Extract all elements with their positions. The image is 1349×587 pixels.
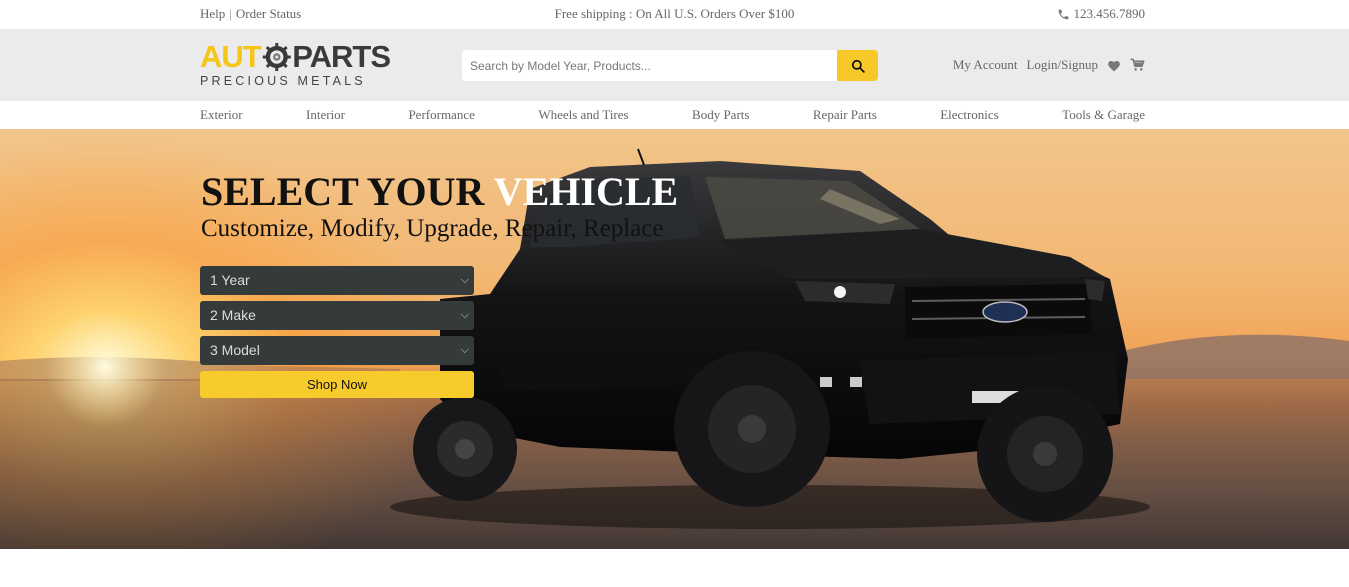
- search-button[interactable]: [837, 50, 878, 81]
- heart-icon[interactable]: [1107, 59, 1121, 72]
- phone-icon: [1058, 9, 1068, 19]
- search-icon: [851, 59, 865, 73]
- account-area: My Account Login/Signup: [953, 57, 1145, 73]
- nav-item-electronics[interactable]: Electronics: [940, 107, 998, 123]
- year-select-value: 1 Year: [210, 272, 250, 288]
- chevron-down-icon: ⌵: [460, 309, 469, 321]
- year-select[interactable]: 1 Year ⌵: [200, 266, 474, 295]
- cart-icon[interactable]: [1130, 58, 1145, 72]
- nav-item-tools-and-garage[interactable]: Tools & Garage: [1062, 107, 1145, 123]
- chevron-down-icon: ⌵: [460, 344, 469, 356]
- chevron-down-icon: ⌵: [460, 274, 469, 286]
- site-logo[interactable]: AUT PARTS PRECIOUS METALS: [200, 39, 391, 89]
- model-select[interactable]: 3 Model ⌵: [200, 336, 474, 365]
- header: AUT PARTS PRECIOUS METALS Search by Mode…: [0, 29, 1349, 101]
- logo-tagline: PRECIOUS METALS: [200, 74, 366, 88]
- model-select-value: 3 Model: [210, 342, 260, 358]
- my-account-link[interactable]: My Account: [953, 57, 1018, 73]
- logo-word-left: AUT: [200, 39, 262, 74]
- make-select[interactable]: 2 Make ⌵: [200, 301, 474, 330]
- hero-subtitle: Customize, Modify, Upgrade, Repair, Repl…: [201, 215, 664, 242]
- login-signup-link[interactable]: Login/Signup: [1026, 57, 1098, 73]
- nav-item-repair-parts[interactable]: Repair Parts: [813, 107, 877, 123]
- search-input[interactable]: [462, 50, 832, 81]
- hero-title: SELECT YOUR VEHICLE: [201, 170, 678, 214]
- logo-wordmark: AUT PARTS: [200, 39, 391, 74]
- hero-banner: SELECT YOUR VEHICLE Customize, Modify, U…: [0, 129, 1349, 549]
- top-bar: Help | Order Status Free shipping : On All…: [0, 0, 1349, 29]
- nav-item-performance[interactable]: Performance: [408, 107, 474, 123]
- hero-title-highlight: VEHICLE: [493, 169, 679, 214]
- search-bar: [462, 50, 878, 81]
- hero-title-dark: SELECT YOUR: [201, 169, 494, 214]
- shop-now-button[interactable]: Shop Now: [200, 371, 474, 398]
- category-nav: Exterior Interior Performance Wheels and…: [0, 101, 1349, 129]
- nav-item-wheels-and-tires[interactable]: Wheels and Tires: [538, 107, 628, 123]
- logo-word-right: PARTS: [292, 39, 391, 74]
- nav-item-body-parts[interactable]: Body Parts: [692, 107, 749, 123]
- phone-contact[interactable]: 123.456.7890: [1057, 6, 1146, 22]
- shipping-notice: Free shipping : On All U.S. Orders Over …: [554, 6, 795, 21]
- nav-item-interior[interactable]: Interior: [306, 107, 345, 123]
- phone-number: 123.456.7890: [1073, 6, 1146, 21]
- gear-icon: [262, 42, 291, 71]
- nav-item-exterior[interactable]: Exterior: [200, 107, 243, 123]
- make-select-value: 2 Make: [210, 307, 256, 323]
